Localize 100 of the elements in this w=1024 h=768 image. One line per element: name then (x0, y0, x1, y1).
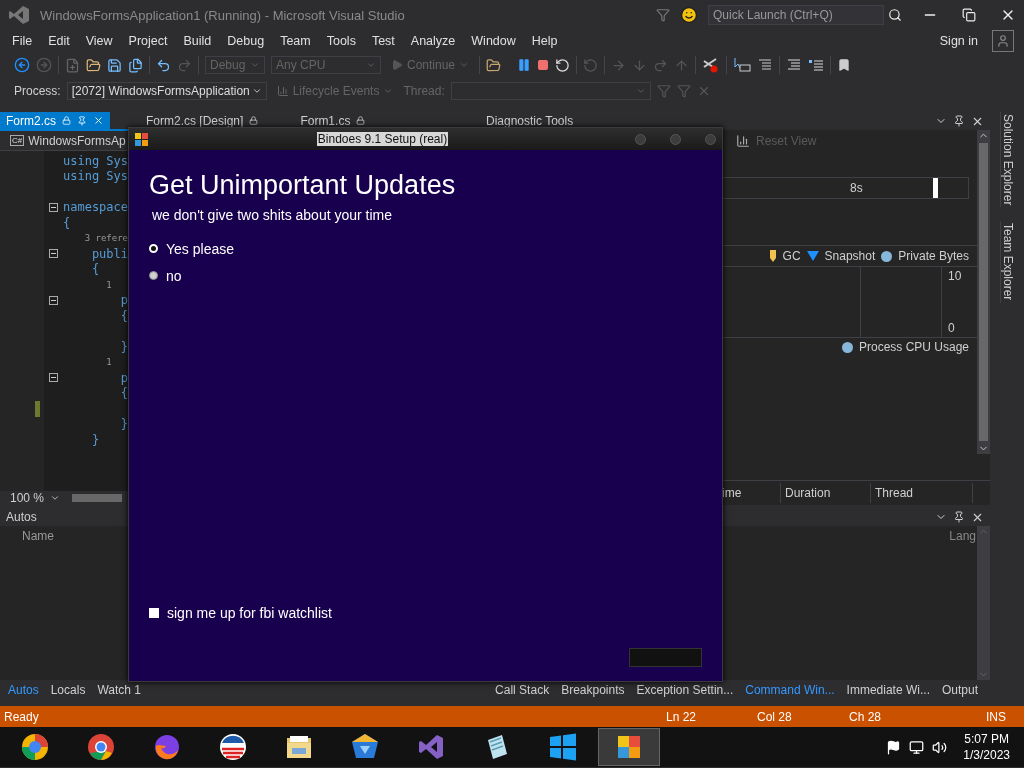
collapse-icon[interactable] (49, 202, 58, 212)
navigation-dropdown[interactable]: WindowsFormsAp (28, 133, 126, 148)
panel-tab[interactable]: Exception Settin... (632, 683, 738, 697)
menu-item[interactable]: Edit (40, 32, 78, 50)
restore-icon[interactable] (962, 8, 976, 22)
collapse-icon[interactable] (49, 249, 58, 259)
document-tab[interactable]: Form1.cs (294, 112, 372, 129)
code-line: { (90, 262, 100, 277)
horizontal-scrollbar[interactable] (72, 494, 123, 502)
code-line: { (119, 308, 129, 323)
panel-tab[interactable]: Watch 1 (93, 683, 145, 697)
pin-icon[interactable] (953, 115, 965, 127)
radio-button[interactable] (149, 271, 158, 280)
clock-time: 5:07 PM (964, 732, 1009, 746)
notification-filter-icon[interactable] (656, 8, 670, 22)
collapse-icon[interactable] (49, 373, 58, 383)
clock[interactable]: 5:07 PM 1/3/2023 (963, 732, 1010, 762)
folder-search-icon[interactable] (486, 57, 502, 73)
menu-item[interactable]: Tools (318, 32, 364, 50)
thread-label: Thread: (403, 84, 445, 98)
stop-icon[interactable] (537, 59, 550, 71)
caret-icon (383, 86, 394, 96)
menu-item[interactable]: Build (175, 32, 220, 50)
process-dropdown[interactable]: [2072] WindowsFormsApplication (66, 82, 267, 100)
zoom-dropdown[interactable]: 100 % (10, 491, 45, 505)
pause-icon[interactable] (517, 58, 532, 72)
pane-title: Autos (6, 510, 37, 524)
account-avatar-icon[interactable] (992, 30, 1014, 52)
menu-item[interactable]: View (77, 32, 121, 50)
menu-item[interactable]: Project (120, 32, 176, 50)
bookmark-icon[interactable] (837, 58, 852, 72)
time-marker[interactable] (932, 178, 938, 198)
menu-item[interactable]: File (4, 32, 41, 50)
menu-item[interactable]: Help (523, 32, 566, 50)
undo-icon[interactable] (156, 57, 171, 73)
column-header[interactable]: Name (22, 529, 54, 543)
collapse-icon[interactable] (49, 295, 58, 305)
caret-icon (251, 86, 262, 96)
code-line: using Sys (63, 153, 129, 168)
menu-item[interactable]: Window (463, 32, 524, 50)
checkbox[interactable] (149, 607, 159, 618)
events-icon (276, 85, 289, 97)
network-icon[interactable] (909, 739, 925, 755)
taskbar-app[interactable] (598, 728, 660, 766)
code-line: namespace (63, 200, 129, 215)
panel-tab[interactable]: Command Win... (741, 683, 839, 697)
save-all-icon[interactable] (128, 57, 143, 73)
menu-item[interactable]: Analyze (402, 32, 464, 50)
line-indicator: Ln 22 (666, 709, 698, 724)
panel-tab[interactable]: Autos (4, 683, 43, 697)
menu-item[interactable]: Debug (219, 32, 273, 50)
option-label: no (166, 267, 182, 284)
menu-item[interactable]: Team (272, 32, 319, 50)
pointer-list-icon[interactable] (733, 57, 752, 73)
vertical-scrollbar[interactable] (977, 130, 990, 454)
caret-icon[interactable] (50, 493, 61, 503)
browser-icon (86, 732, 116, 762)
code-line: p (119, 293, 129, 308)
restart-icon[interactable] (555, 57, 571, 73)
caret-icon (250, 60, 260, 70)
panel-tab[interactable]: Immediate Wi... (842, 683, 934, 697)
vs-logo-icon (8, 5, 30, 25)
pin-icon[interactable] (953, 511, 965, 523)
circle-logo-icon (218, 732, 248, 762)
char-indicator: Ch 28 (849, 709, 883, 724)
panel-tab[interactable]: Breakpoints (557, 683, 629, 697)
gc-marker-icon (768, 250, 777, 262)
window-grid-icon (548, 732, 578, 762)
column-header[interactable]: Thread (871, 483, 973, 503)
lock-icon (249, 116, 259, 125)
panel-tab[interactable]: Locals (46, 683, 90, 697)
menu-item[interactable]: Test (363, 32, 403, 50)
caret-icon (635, 86, 646, 96)
reference-count[interactable]: 1 (63, 357, 112, 368)
insert-mode-indicator: INS (986, 709, 1007, 724)
code-line: } (119, 339, 129, 354)
comment-lines-icon[interactable] (808, 57, 825, 73)
volume-icon[interactable] (932, 739, 948, 755)
open-folder-icon[interactable] (86, 57, 101, 73)
column-header[interactable]: Lang (949, 529, 976, 543)
column-header[interactable]: Duration (781, 483, 871, 503)
panel-tab[interactable]: Output (937, 683, 982, 697)
list-icon[interactable] (757, 57, 774, 73)
lock-icon (62, 116, 71, 125)
side-tab[interactable]: Team Explorer (999, 221, 1015, 303)
back-icon[interactable] (14, 57, 30, 73)
new-project-icon[interactable] (65, 57, 80, 73)
code-line: using Sys (63, 169, 129, 184)
reference-count[interactable]: 1 (63, 279, 112, 290)
save-icon[interactable] (107, 57, 122, 73)
sign-in-link[interactable]: Sign in (939, 34, 978, 48)
axis-label: 0 (948, 321, 956, 335)
side-tab[interactable]: Solution Explorer (999, 112, 1015, 208)
reset-view-icon[interactable] (736, 134, 750, 148)
indent-icon[interactable] (786, 57, 803, 73)
panel-tab[interactable]: Call Stack (491, 683, 554, 697)
reference-count[interactable]: 3 refere (63, 233, 129, 244)
flag-icon[interactable] (886, 739, 902, 755)
quick-launch-field[interactable]: Quick Launch (Ctrl+Q) (708, 5, 884, 25)
feedback-smiley-icon[interactable] (680, 6, 698, 24)
